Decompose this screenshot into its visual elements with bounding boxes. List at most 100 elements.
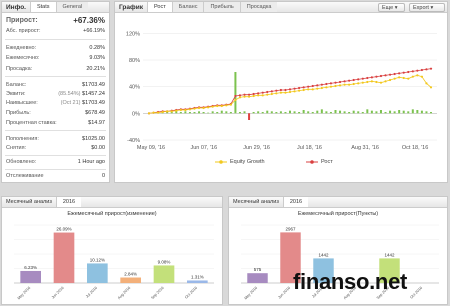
daily-bar bbox=[329, 112, 332, 114]
daily-bar bbox=[184, 111, 187, 114]
growth-point bbox=[234, 94, 237, 98]
stat-interest: Процентная ставка: $14.97 bbox=[6, 120, 105, 126]
x-tick-label: Jun 07, '16 bbox=[190, 145, 217, 151]
growth-point bbox=[243, 93, 246, 96]
growth-point bbox=[284, 88, 287, 92]
bar-value-label: 1.31% bbox=[191, 274, 204, 279]
daily-bar bbox=[257, 111, 260, 114]
equity-point bbox=[366, 80, 369, 84]
daily-bar bbox=[370, 110, 373, 114]
daily-bar bbox=[188, 112, 191, 114]
info-panel: Инфо. Stats General Прирост: +67.36% Абс.… bbox=[1, 1, 110, 183]
monthly-panel-1: Месячный анализ 2016 Ежемесячный прирост… bbox=[1, 196, 223, 305]
tab-general[interactable]: General bbox=[55, 2, 89, 12]
daily-bar bbox=[220, 110, 223, 114]
equity-point bbox=[179, 108, 182, 112]
equity-point bbox=[252, 94, 255, 98]
daily-bar bbox=[339, 110, 342, 114]
month-bar bbox=[120, 277, 141, 283]
equity-point bbox=[388, 78, 392, 82]
equity-point bbox=[279, 91, 283, 94]
daily-bar bbox=[279, 111, 282, 114]
equity-point bbox=[220, 104, 223, 108]
tab-profit[interactable]: Прибыль bbox=[203, 2, 240, 12]
equity-point bbox=[384, 80, 387, 83]
x-tick-label: Oct 18, '16 bbox=[402, 145, 428, 151]
tab-growth[interactable]: Рост bbox=[146, 2, 172, 12]
daily-bar bbox=[416, 110, 419, 114]
legend-growth: Рост bbox=[306, 159, 333, 165]
daily-bar bbox=[248, 113, 251, 120]
tab-balance[interactable]: Баланс bbox=[171, 2, 204, 12]
growth-point bbox=[375, 75, 378, 78]
tab-drawdown[interactable]: Просадка bbox=[239, 2, 278, 12]
daily-bar bbox=[293, 111, 296, 114]
chevron-down-icon: ▾ bbox=[430, 5, 434, 11]
tab-2016[interactable]: 2016 bbox=[282, 197, 309, 207]
equity-point bbox=[393, 77, 396, 80]
equity-point bbox=[407, 77, 410, 80]
equity-point bbox=[425, 82, 428, 85]
x-tick-label: Oct 2016 bbox=[184, 286, 198, 300]
y-tick-label: -40% bbox=[127, 138, 140, 144]
growth-point bbox=[429, 67, 433, 70]
daily-bar bbox=[352, 110, 355, 114]
equity-point bbox=[261, 94, 264, 97]
growth-point bbox=[329, 82, 333, 85]
equity-point bbox=[197, 106, 201, 110]
daily-bar bbox=[366, 109, 369, 114]
growth-point bbox=[252, 92, 255, 96]
equity-point bbox=[398, 76, 401, 79]
daily-bar bbox=[307, 111, 310, 114]
divider bbox=[5, 155, 106, 156]
tab-stats[interactable]: Stats bbox=[29, 2, 56, 12]
bar-value-label: 1442 bbox=[384, 252, 395, 257]
equity-point bbox=[320, 86, 323, 90]
equity-point bbox=[234, 98, 237, 102]
daily-bar bbox=[216, 112, 219, 114]
divider bbox=[5, 169, 106, 170]
growth-point bbox=[384, 74, 387, 77]
export-dropdown[interactable]: Export ▾ bbox=[409, 3, 445, 12]
equity-point bbox=[243, 95, 246, 98]
daily-bar bbox=[284, 112, 287, 114]
daily-bar bbox=[375, 111, 378, 114]
tab-2016[interactable]: 2016 bbox=[55, 197, 82, 207]
more-dropdown[interactable]: Еще ▾ bbox=[378, 3, 405, 12]
growth-point bbox=[411, 70, 414, 73]
growth-point bbox=[379, 74, 383, 78]
growth-point bbox=[348, 79, 351, 82]
x-tick-label: Jul 2016 bbox=[85, 286, 98, 299]
y-tick-label: 120% bbox=[126, 31, 140, 37]
equity-point bbox=[211, 105, 214, 108]
growth-point bbox=[420, 68, 424, 72]
equity-point bbox=[225, 104, 228, 107]
daily-bar bbox=[238, 112, 241, 114]
x-tick-label: Jun 2016 bbox=[277, 286, 291, 300]
stat-drawdown: Просадка: 20.21% bbox=[6, 66, 105, 72]
daily-bar bbox=[411, 109, 414, 114]
growth-point bbox=[257, 92, 260, 95]
month-bar bbox=[187, 280, 208, 283]
daily-bar bbox=[430, 112, 432, 114]
growth-point bbox=[293, 87, 296, 90]
stat-monthly: Ежемесячно: 9.03% bbox=[6, 55, 105, 61]
x-tick-label: Aug 31, '16 bbox=[351, 145, 379, 151]
equity-point bbox=[247, 95, 251, 98]
daily-bar bbox=[289, 110, 291, 114]
growth-point bbox=[279, 88, 283, 92]
equity-point bbox=[202, 106, 205, 110]
growth-point bbox=[357, 78, 360, 81]
daily-bar bbox=[334, 110, 337, 114]
stat-highest: Наивысшее: (Oct 21) $1703.49 bbox=[6, 100, 105, 106]
daily-bar bbox=[389, 110, 392, 114]
x-tick-label: Jul 18, '16 bbox=[297, 145, 322, 151]
growth-point bbox=[425, 68, 428, 71]
growth-point bbox=[288, 88, 292, 91]
stat-gain: Прирост: +67.36% bbox=[6, 16, 105, 25]
equity-point bbox=[402, 76, 405, 80]
daily-bar bbox=[266, 110, 269, 114]
equity-point bbox=[266, 93, 269, 96]
y-tick-label: 0% bbox=[132, 111, 140, 117]
bar-value-label: 575 bbox=[254, 267, 262, 272]
